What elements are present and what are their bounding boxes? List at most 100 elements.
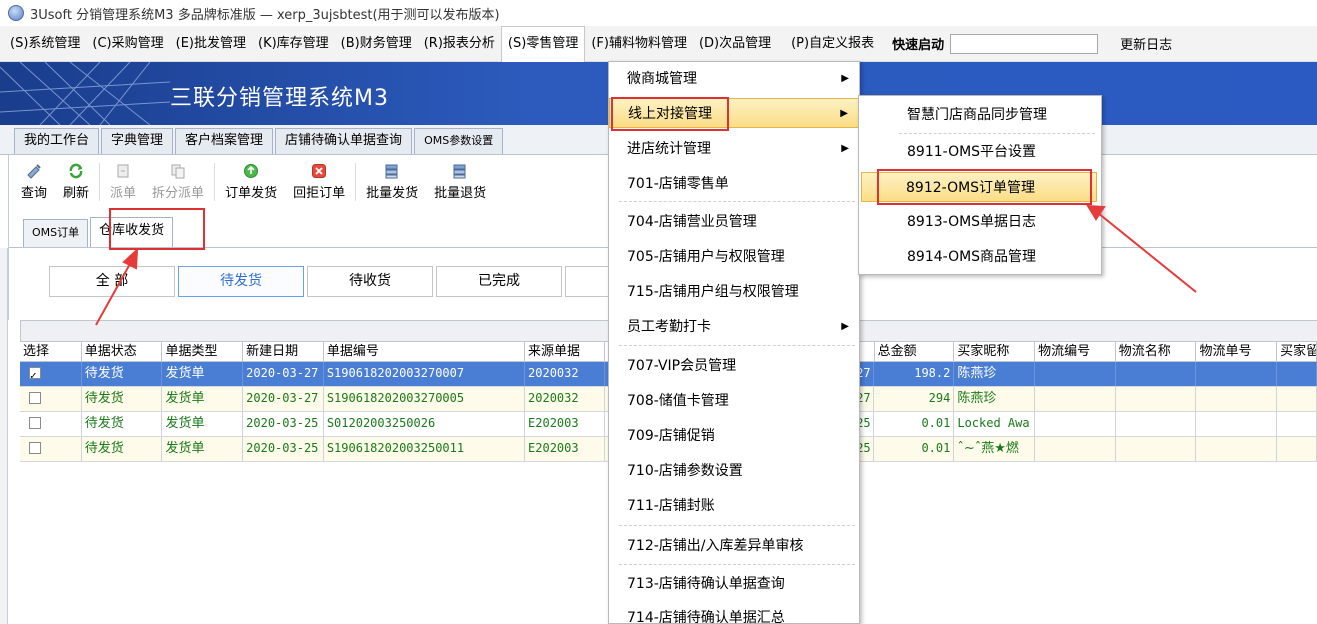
cell-status: 待发货 <box>82 437 163 461</box>
cell-empty <box>1035 437 1116 461</box>
filter-pending-ship[interactable]: 待发货 <box>178 266 304 297</box>
dispatch-label: 派单 <box>110 186 137 201</box>
query-icon <box>27 164 41 179</box>
cell-status: 待发货 <box>82 362 163 386</box>
menu-item-attendance[interactable]: 员工考勤打卡 ▶ <box>609 312 859 342</box>
menu-item-micro-mall[interactable]: 微商城管理 ▶ <box>609 64 859 94</box>
col-logistics-name[interactable]: 物流名称 <box>1116 342 1197 362</box>
tab-oms-settings[interactable]: OMS参数设置 <box>414 128 504 154</box>
menu-item-705[interactable]: 705-店铺用户与权限管理 <box>609 242 859 272</box>
menu-item-708[interactable]: 708-储值卡管理 <box>609 386 859 416</box>
cell-status: 待发货 <box>82 387 163 411</box>
cell-number: S190618202003250011 <box>324 437 526 461</box>
cell-source: 2020032 <box>525 362 605 386</box>
ship-icon <box>244 164 259 178</box>
row-checkbox[interactable] <box>29 392 41 404</box>
menu-item-707[interactable]: 707-VIP会员管理 <box>609 351 859 381</box>
submenu-item-smart-store-sync[interactable]: 智慧门店商品同步管理 <box>859 100 1101 130</box>
refresh-button[interactable]: 刷新 <box>63 163 89 201</box>
col-status[interactable]: 单据状态 <box>82 342 163 362</box>
submenu-item-8913[interactable]: 8913-OMS单据日志 <box>859 207 1101 237</box>
menu-item-704[interactable]: 704-店铺营业员管理 <box>609 207 859 237</box>
submenu-arrow-icon: ▶ <box>841 321 849 332</box>
cell-amount: 0.01 <box>874 412 955 436</box>
batch-return-button[interactable]: 批量退货 <box>434 163 486 201</box>
menu-item-715[interactable]: 715-店铺用户组与权限管理 <box>609 277 859 307</box>
reject-order-button[interactable]: 回拒订单 <box>293 163 345 201</box>
menu-item-712[interactable]: 712-店铺出/入库差异单审核 <box>609 531 859 561</box>
order-ship-label: 订单发货 <box>225 186 278 201</box>
col-buyer[interactable]: 买家昵称 <box>954 342 1036 362</box>
filter-all[interactable]: 全 部 <box>49 266 175 297</box>
menu-separator <box>899 133 1095 134</box>
reject-order-label: 回拒订单 <box>293 186 346 201</box>
menu-item-709[interactable]: 709-店铺促销 <box>609 421 859 451</box>
menu-inventory[interactable]: (K)库存管理 <box>252 31 335 57</box>
tab-dictionary[interactable]: 字典管理 <box>101 128 174 154</box>
col-type[interactable]: 单据类型 <box>162 342 244 362</box>
menu-finance[interactable]: (B)财务管理 <box>335 31 418 57</box>
col-number[interactable]: 单据编号 <box>324 342 526 362</box>
retail-dropdown-menu: 微商城管理 ▶ 线上对接管理 ▶ 进店统计管理 ▶ 701-店铺零售单 704-店铺营… <box>608 61 860 624</box>
dispatch-button[interactable]: 派单 <box>110 163 136 201</box>
filter-pending-receive[interactable]: 待收货 <box>307 266 433 297</box>
reject-icon <box>312 164 327 178</box>
submenu-item-8911[interactable]: 8911-OMS平台设置 <box>859 137 1101 167</box>
menu-purchase[interactable]: (C)采购管理 <box>86 31 169 57</box>
menu-item-714[interactable]: 714-店铺待确认单据汇总 <box>609 603 859 624</box>
col-buyer-message[interactable]: 买家留言 <box>1277 342 1317 362</box>
cell-amount: 294 <box>874 387 955 411</box>
tab-store-pending-query[interactable]: 店铺待确认单据查询 <box>275 128 413 154</box>
split-dispatch-button[interactable]: 拆分派单 <box>152 163 204 201</box>
order-ship-button[interactable]: 订单发货 <box>225 163 277 201</box>
cell-buyer: 陈燕珍 <box>954 387 1036 411</box>
batch-return-icon <box>453 164 466 179</box>
subtab-oms-orders[interactable]: OMS订单 <box>23 219 89 247</box>
cell-empty <box>1196 362 1278 386</box>
menu-item-701[interactable]: 701-店铺零售单 <box>609 169 859 199</box>
query-button[interactable]: 查询 <box>21 163 47 201</box>
menu-materials[interactable]: (F)辅料物料管理 <box>585 31 693 57</box>
col-source[interactable]: 来源单据 <box>525 342 605 362</box>
menu-item-710[interactable]: 710-店铺参数设置 <box>609 456 859 486</box>
col-logistics-code[interactable]: 物流编号 <box>1035 342 1116 362</box>
menu-reports[interactable]: (R)报表分析 <box>418 31 501 57</box>
menu-item-713[interactable]: 713-店铺待确认单据查询 <box>609 569 859 599</box>
menu-item-711[interactable]: 711-店铺封账 <box>609 491 859 521</box>
cell-empty <box>1035 362 1116 386</box>
filter-completed[interactable]: 已完成 <box>436 266 562 297</box>
submenu-item-8914[interactable]: 8914-OMS商品管理 <box>859 242 1101 272</box>
cell-date: 2020-03-27 <box>243 387 324 411</box>
dispatch-icon <box>117 164 129 178</box>
banner-decoration <box>0 62 170 125</box>
cell-amount: 198.2 <box>874 362 955 386</box>
cell-date: 2020-03-25 <box>243 412 324 436</box>
cell-empty <box>1116 387 1197 411</box>
row-checkbox[interactable] <box>29 364 41 386</box>
row-checkbox[interactable] <box>29 417 41 429</box>
menu-retail[interactable]: (S)零售管理 <box>500 25 586 62</box>
menu-wholesale[interactable]: (E)批发管理 <box>170 31 252 57</box>
col-amount[interactable]: 总金额 <box>873 342 955 362</box>
update-log-menu[interactable]: 更新日志 <box>1120 34 1172 53</box>
menu-item-store-traffic[interactable]: 进店统计管理 ▶ <box>609 134 859 164</box>
left-strip <box>0 248 8 624</box>
menu-system[interactable]: (S)系统管理 <box>4 31 86 57</box>
tab-customer-archive[interactable]: 客户档案管理 <box>175 128 274 154</box>
row-checkbox[interactable] <box>29 442 41 454</box>
menu-custom-reports[interactable]: (P)自定义报表 <box>785 31 880 57</box>
cell-empty <box>1035 387 1116 411</box>
menu-separator <box>619 564 855 565</box>
menu-defective[interactable]: (D)次品管理 <box>693 31 777 57</box>
annotation-box-warehouse-tab <box>109 208 205 250</box>
cell-empty <box>1116 362 1197 386</box>
batch-ship-button[interactable]: 批量发货 <box>366 163 418 201</box>
tab-workbench[interactable]: 我的工作台 <box>14 128 100 154</box>
submenu-arrow-icon: ▶ <box>841 73 849 84</box>
col-logistics-number[interactable]: 物流单号 <box>1196 342 1278 362</box>
quick-start-input[interactable] <box>950 33 1099 54</box>
col-date[interactable]: 新建日期 <box>243 342 324 362</box>
refresh-icon <box>69 163 83 179</box>
cell-buyer: 陈燕珍 <box>954 362 1036 386</box>
col-select[interactable]: 选择 <box>20 342 82 362</box>
